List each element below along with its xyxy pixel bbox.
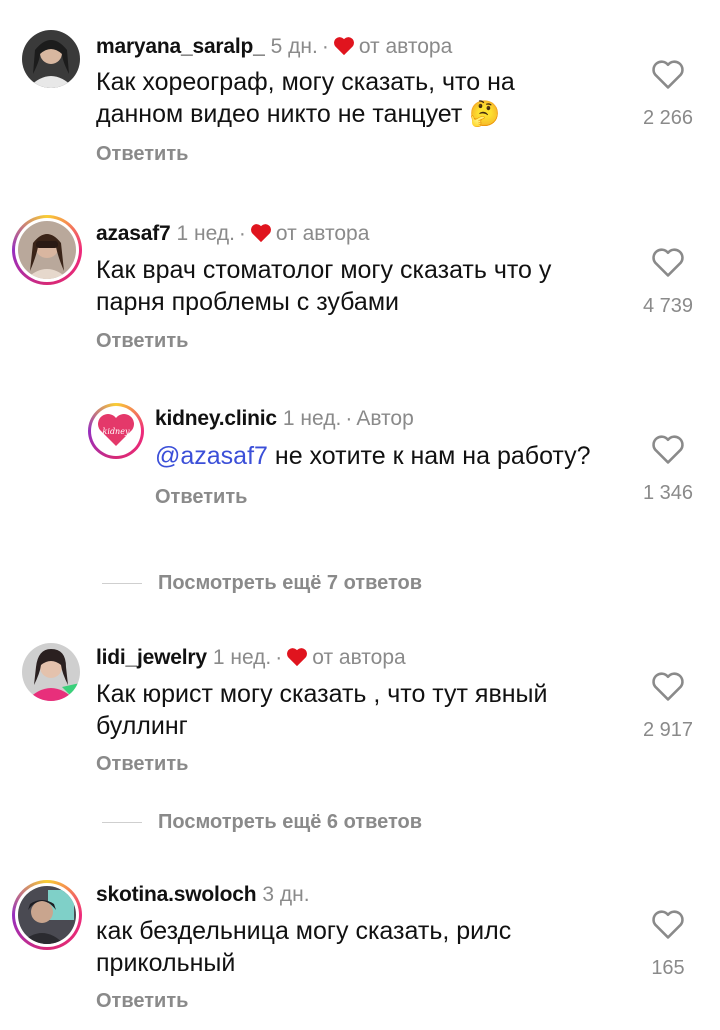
reply-button[interactable]: Ответить xyxy=(96,330,188,353)
username[interactable]: kidney.clinic xyxy=(155,407,277,430)
like-area: 165 xyxy=(633,908,703,980)
thread-line xyxy=(102,821,142,823)
mention-link[interactable]: @azasaf7 xyxy=(155,442,268,470)
like-count: 165 xyxy=(651,957,685,979)
heart-outline-icon xyxy=(652,672,684,701)
username[interactable]: azasaf7 xyxy=(96,222,171,245)
thinking-emoji: 🤔 xyxy=(469,100,501,128)
view-more-replies-label: Посмотреть ещё 6 ответов xyxy=(158,810,423,833)
avatar[interactable]: kidney xyxy=(88,403,144,459)
author-badge: Автор xyxy=(356,407,414,430)
separator-dot: · xyxy=(238,222,246,245)
avatar-photo-icon xyxy=(18,886,76,944)
reply-button[interactable]: Ответить xyxy=(96,753,188,776)
comment-text: как бездельница могу сказать, рилс прико… xyxy=(96,917,512,977)
comment-meta: skotina.swoloch 3 дн. xyxy=(96,882,310,908)
like-count: 1 346 xyxy=(642,482,694,504)
like-area: 2 917 xyxy=(633,670,703,742)
like-button[interactable] xyxy=(651,433,685,468)
username[interactable]: lidi_jewelry xyxy=(96,646,207,669)
liked-by-author-label: от автора xyxy=(358,35,453,58)
reply-button[interactable]: Ответить xyxy=(96,143,188,166)
comment-meta: kidney.clinic 1 нед. · Автор xyxy=(155,406,414,432)
avatar[interactable] xyxy=(12,215,82,285)
svg-text:kidney: kidney xyxy=(103,427,130,436)
like-button[interactable] xyxy=(651,908,685,943)
like-area: 1 346 xyxy=(633,433,703,505)
avatar-photo-icon xyxy=(22,30,80,88)
author-heart-icon xyxy=(333,36,355,63)
avatar-photo-icon xyxy=(18,221,76,279)
separator-dot: · xyxy=(275,646,283,669)
comment-text: Как хореограф, могу сказать, что на данн… xyxy=(96,66,596,130)
separator-dot: · xyxy=(321,35,329,58)
heart-outline-icon xyxy=(652,248,684,277)
thread-line xyxy=(102,582,142,584)
like-count: 2 917 xyxy=(642,719,694,741)
like-count: 4 739 xyxy=(642,295,694,317)
heart-outline-icon xyxy=(652,910,684,939)
comment-text: @azasaf7 не хотите к нам на работу? xyxy=(155,440,625,472)
like-button[interactable] xyxy=(651,58,685,93)
kidney-logo-icon: kidney xyxy=(94,409,138,453)
liked-by-author-label: от автора xyxy=(275,222,370,245)
separator-dot: · xyxy=(345,407,353,430)
author-heart-icon xyxy=(286,647,308,674)
like-count: 2 266 xyxy=(642,107,694,129)
comment-text: Как врач стоматолог могу сказать что у п… xyxy=(96,256,552,316)
view-more-replies-label: Посмотреть ещё 7 ответов xyxy=(158,571,423,594)
comment-meta: lidi_jewelry 1 нед. · от автора xyxy=(96,645,406,674)
timestamp: 1 нед. xyxy=(176,222,235,245)
comment-meta: azasaf7 1 нед. · от автора xyxy=(96,221,369,250)
view-more-replies-button[interactable]: Посмотреть ещё 7 ответов xyxy=(102,568,422,598)
reply-button[interactable]: Ответить xyxy=(96,990,188,1013)
timestamp: 1 нед. xyxy=(212,646,272,669)
liked-by-author-label: от автора xyxy=(312,646,406,669)
like-area: 4 739 xyxy=(633,246,703,318)
view-more-replies-button[interactable]: Посмотреть ещё 6 ответов xyxy=(102,807,422,837)
heart-outline-icon xyxy=(652,60,684,89)
username[interactable]: skotina.swoloch xyxy=(96,883,257,906)
comment-meta: maryana_saralp_ 5 дн. · от автора xyxy=(96,34,452,63)
like-area: 2 266 xyxy=(633,58,703,130)
timestamp: 1 нед. xyxy=(282,407,342,430)
like-button[interactable] xyxy=(651,670,685,705)
like-button[interactable] xyxy=(651,246,685,281)
avatar-photo-icon xyxy=(22,643,80,701)
author-heart-icon xyxy=(250,223,272,250)
avatar[interactable] xyxy=(22,643,80,701)
avatar[interactable] xyxy=(22,30,80,88)
timestamp: 5 дн. xyxy=(270,35,318,58)
username[interactable]: maryana_saralp_ xyxy=(96,35,265,58)
comment-body: Как хореограф, могу сказать, что на данн… xyxy=(96,68,515,128)
reply-button[interactable]: Ответить xyxy=(155,486,247,509)
comment-body: не хотите к нам на работу? xyxy=(267,442,591,470)
comment-text: Как юрист могу сказать , что тут явный б… xyxy=(96,680,548,740)
timestamp: 3 дн. xyxy=(262,883,310,906)
avatar[interactable] xyxy=(12,880,82,950)
heart-outline-icon xyxy=(652,435,684,464)
